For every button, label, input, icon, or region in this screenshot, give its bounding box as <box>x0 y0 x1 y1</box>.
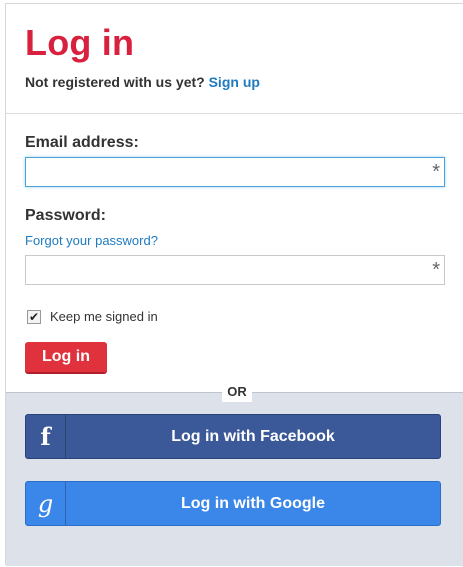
google-login-label: Log in with Google <box>181 494 325 512</box>
signup-link[interactable]: Sign up <box>209 74 260 90</box>
keep-signed-in-checkbox[interactable]: ✔ <box>27 309 41 324</box>
google-icon: g <box>26 482 66 525</box>
password-label: Password: <box>25 207 106 224</box>
email-field[interactable]: * <box>25 157 445 187</box>
forgot-password-link[interactable]: Forgot your password? <box>25 233 158 248</box>
required-asterisk-icon: * <box>432 259 440 281</box>
signup-prompt: Not registered with us yet? Sign up <box>25 74 260 90</box>
divider-line <box>6 113 463 114</box>
facebook-login-label: Log in with Facebook <box>171 427 335 445</box>
facebook-login-button[interactable]: f Log in with Facebook <box>25 414 441 459</box>
signup-prompt-text: Not registered with us yet? <box>25 74 205 90</box>
login-button[interactable]: Log in <box>25 342 107 374</box>
keep-signed-in[interactable]: ✔ Keep me signed in <box>27 309 158 324</box>
email-label: Email address: <box>25 134 139 151</box>
login-panel: Log in Not registered with us yet? Sign … <box>5 3 463 566</box>
keep-signed-in-label: Keep me signed in <box>50 309 158 324</box>
page-title: Log in <box>25 22 135 63</box>
facebook-icon: f <box>26 415 66 458</box>
google-login-button[interactable]: g Log in with Google <box>25 481 441 526</box>
password-field[interactable]: * <box>25 255 445 285</box>
or-divider: OR <box>222 382 252 402</box>
required-asterisk-icon: * <box>432 161 440 183</box>
